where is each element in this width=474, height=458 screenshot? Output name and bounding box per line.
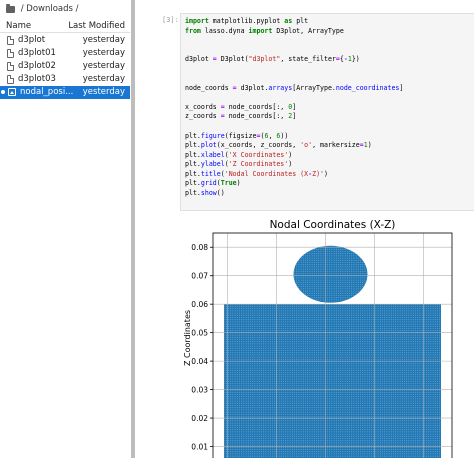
y-tick-label: 0.06 <box>191 300 208 309</box>
file-modified: yesterday <box>82 48 125 58</box>
file-icon <box>7 62 14 71</box>
file-item[interactable]: d3plot yesterday <box>0 34 130 47</box>
data-series-block-nodes <box>224 304 441 458</box>
image-file-icon <box>8 88 16 96</box>
code-line: x_coords = node_coords[:, 0] <box>185 102 297 111</box>
file-name: d3plot02 <box>18 61 56 71</box>
y-tick-label: 0.08 <box>191 243 208 252</box>
code-line: from lasso.dyna import D3plot, ArrayType <box>185 26 344 35</box>
breadcrumb-path[interactable]: / Downloads / <box>18 4 79 14</box>
chart-title: Nodal Coordinates (X-Z) <box>270 219 396 231</box>
running-indicator-icon <box>1 90 5 94</box>
code-line: plt.title('Nodal Coordinates (X-Z)') <box>185 169 328 178</box>
y-tick-label: 0.05 <box>191 329 208 338</box>
code-line: plt.figure(figsize=(6, 6)) <box>185 131 289 140</box>
column-header-last-modified[interactable]: Last Modified <box>68 21 125 31</box>
file-list-header: Name Last Modified <box>0 19 130 33</box>
code-line: plt.xlabel('X Coordinates') <box>185 150 293 159</box>
breadcrumb[interactable]: / Downloads / <box>6 3 79 15</box>
code-line: z_coords = node_coords[:, 2] <box>185 112 297 121</box>
code-editor[interactable]: import matplotlib.pyplot as plt from lass… <box>185 17 403 198</box>
file-icon <box>7 49 14 58</box>
panel-splitter[interactable] <box>131 0 135 458</box>
cell-prompt: [3]: <box>162 16 179 24</box>
file-list: d3plot yesterday d3plot01 yesterday d3pl… <box>0 34 130 99</box>
y-tick-label: 0.07 <box>191 272 208 281</box>
plot-output: Nodal Coordinates (X-Z) Z Coordinates 0.08… <box>168 213 474 458</box>
code-line: plt.plot(x_coords, z_coords, 'o', marker… <box>185 141 372 150</box>
file-modified: yesterday <box>82 87 125 97</box>
y-tick-label: 0.01 <box>191 443 208 452</box>
file-modified: yesterday <box>82 61 125 71</box>
file-name: d3plot <box>18 35 46 45</box>
code-cell[interactable]: import matplotlib.pyplot as plt from lass… <box>180 13 474 211</box>
y-tick-label: 0.02 <box>191 414 208 423</box>
code-line: plt.show() <box>185 188 225 197</box>
y-tick-label: 0.04 <box>191 357 208 366</box>
folder-icon[interactable] <box>6 3 15 13</box>
file-item[interactable]: d3plot01 yesterday <box>0 47 130 60</box>
file-name: d3plot01 <box>18 48 56 58</box>
file-item-selected[interactable]: nodal_posi... yesterday <box>0 86 130 99</box>
file-icon <box>7 75 14 84</box>
column-header-name[interactable]: Name <box>6 21 31 31</box>
file-icon <box>7 36 14 45</box>
code-line: d3plot = D3plot("d3plot", state_filter={… <box>185 55 360 64</box>
file-modified: yesterday <box>82 35 125 45</box>
code-line: import matplotlib.pyplot as plt <box>185 17 309 25</box>
y-tick-label: 0.03 <box>191 386 208 395</box>
file-browser: / Downloads / Name Last Modified d3plot … <box>0 0 130 458</box>
file-modified: yesterday <box>82 74 125 84</box>
code-line: node_coords = d3plot.arrays[ArrayType.no… <box>185 83 404 92</box>
data-series-disc-nodes <box>293 245 368 303</box>
code-line: plt.ylabel('Z Coordinates') <box>185 160 293 169</box>
file-item[interactable]: d3plot03 yesterday <box>0 73 130 86</box>
code-line: plt.grid(True) <box>185 179 241 188</box>
file-item[interactable]: d3plot02 yesterday <box>0 60 130 73</box>
file-name: d3plot03 <box>18 74 56 84</box>
file-name: nodal_posi... <box>20 87 74 97</box>
scatter-chart: Nodal Coordinates (X-Z)Z Coordinates0.08… <box>183 219 453 458</box>
